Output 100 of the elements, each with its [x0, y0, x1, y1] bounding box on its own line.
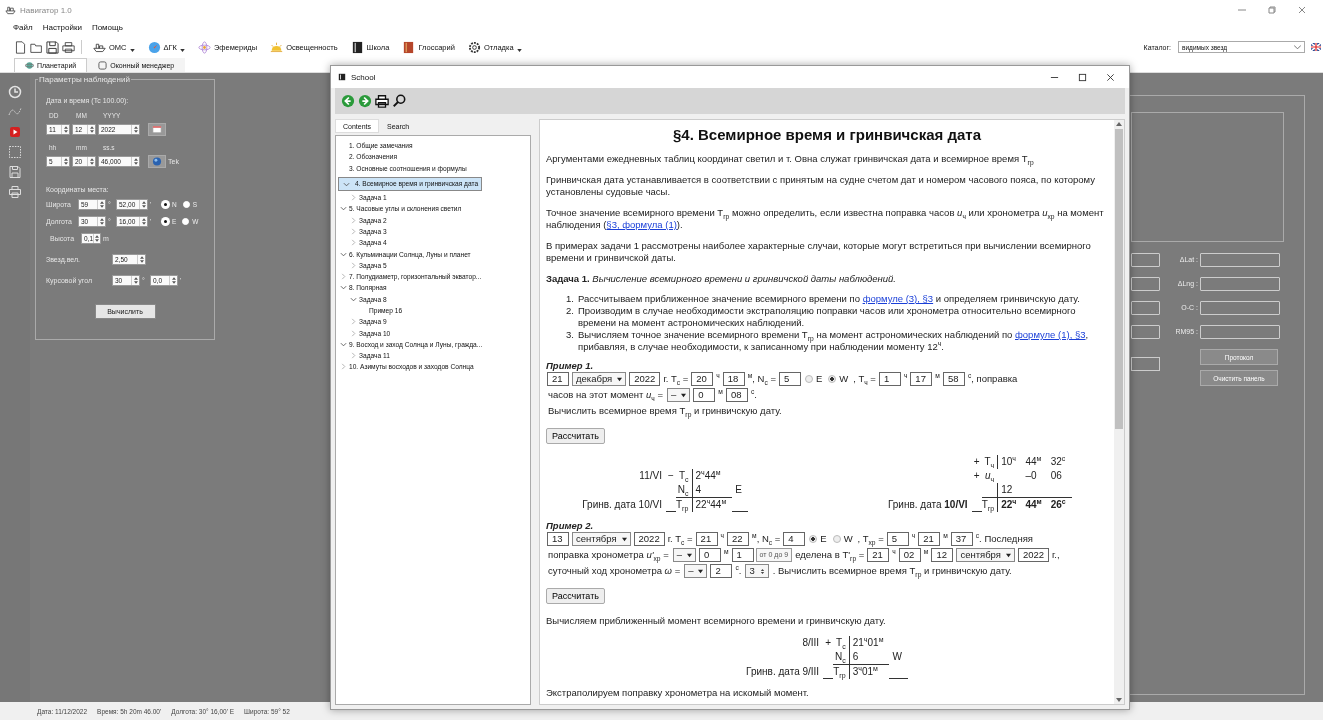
chevron-right-icon[interactable] [350, 329, 357, 337]
radio-button[interactable]: E [809, 533, 827, 545]
chevron-down-icon[interactable] [350, 295, 357, 303]
chevron-down-icon[interactable] [340, 340, 347, 348]
input-field[interactable] [1200, 324, 1280, 339]
input-field[interactable]: 4 [783, 532, 806, 546]
save-icon[interactable] [46, 40, 59, 54]
dropdown[interactable]: – [667, 388, 691, 402]
scroll-up-icon[interactable] [1116, 122, 1122, 126]
calendar-icon [152, 125, 162, 134]
calc-label: Гринв. дата 10/VI [582, 499, 662, 510]
close-icon[interactable] [1106, 72, 1115, 82]
search-icon[interactable] [392, 94, 406, 108]
chevron-down-icon[interactable] [343, 180, 350, 188]
chevron-down-icon[interactable] [340, 284, 347, 292]
chevron-right-icon[interactable] [350, 352, 357, 360]
input-field[interactable]: 21 [867, 548, 890, 562]
input-field[interactable]: 02 [898, 548, 921, 562]
link[interactable]: формуле (3), §3 [862, 293, 934, 304]
calc-symbol: T$_{с}$ [677, 469, 690, 483]
input-field[interactable]: 13 [547, 532, 569, 546]
clock-icon[interactable] [8, 85, 22, 99]
paragraph: Гринвичская дата устанавливается в соответствии с принятым на судне счетом дат и номером часового пояса, по которому установлены судовые часы. [546, 174, 1096, 198]
input-field[interactable] [1200, 276, 1280, 291]
task-heading: Задача 1. Вычисление всемирного времени и гринвичской даты наблюдений. [546, 273, 897, 285]
calc-value: 32$^{с}$ [1049, 455, 1067, 469]
calculate-button[interactable]: Рассчитать [546, 588, 605, 604]
input-field[interactable] [1131, 357, 1160, 371]
maximize-icon[interactable] [1078, 72, 1087, 82]
paragraph: Аргументами ежедневных таблиц координат светил и т. Овна служат гринвичская дата и всемирное время T$_{гр}$ [546, 153, 1035, 165]
book-icon [350, 40, 364, 54]
input-field[interactable]: 20 [691, 372, 714, 386]
chevron-right-icon[interactable] [350, 216, 357, 224]
flag-icon[interactable] [1311, 43, 1321, 51]
input-field[interactable]: 1 [731, 548, 754, 562]
form-text: , T$_{ч}$ = [853, 373, 876, 385]
calendar-button[interactable] [148, 123, 166, 136]
menu-item[interactable]: Помощь [91, 22, 123, 32]
input-field[interactable]: 08 [725, 388, 748, 402]
dropdown[interactable]: сентября [572, 532, 631, 546]
input-field[interactable] [1131, 300, 1160, 315]
radio-button[interactable]: E [805, 373, 823, 385]
input-field[interactable] [1200, 300, 1280, 315]
input-field[interactable]: 5 [886, 532, 909, 546]
chevron-right-icon[interactable] [350, 318, 357, 326]
dropdown[interactable]: – [684, 564, 708, 578]
input-field[interactable]: 58 [942, 372, 965, 386]
chevron-right-icon[interactable] [340, 363, 347, 371]
chevron-right-icon[interactable] [350, 194, 357, 202]
input-field[interactable]: 2 [710, 564, 733, 578]
input-field[interactable]: 12 [931, 548, 954, 562]
restore-icon[interactable] [1267, 5, 1277, 15]
clock-button[interactable] [148, 155, 166, 168]
calculate-button[interactable]: Рассчитать [546, 428, 605, 444]
caret-icon [617, 376, 623, 382]
input-field[interactable]: 22 [727, 532, 750, 546]
play-icon[interactable] [8, 125, 22, 139]
dropdown[interactable]: декабря [572, 372, 627, 386]
input-field[interactable]: 21 [918, 532, 941, 546]
input-field[interactable] [1131, 252, 1160, 267]
page-heading: §4. Всемирное время и гринвичская дата [672, 126, 982, 144]
input-field[interactable]: 21 [547, 372, 569, 386]
input-field[interactable] [1131, 276, 1160, 291]
input-field[interactable] [1131, 324, 1160, 339]
new-file-icon[interactable] [14, 40, 27, 54]
dropdown[interactable]: сентября [956, 548, 1015, 562]
chevron-down-icon[interactable] [340, 250, 347, 258]
radio-button[interactable]: W [828, 373, 849, 385]
input-field[interactable]: 17 [910, 372, 933, 386]
chevron-right-icon[interactable] [350, 261, 357, 269]
link[interactable]: формуле (1), §3 [1015, 329, 1086, 340]
print-icon[interactable] [375, 94, 389, 108]
chevron-right-icon[interactable] [350, 227, 357, 235]
input-field[interactable]: 5 [779, 372, 801, 386]
input-field[interactable] [1200, 252, 1280, 267]
input-field[interactable]: 0 [699, 548, 721, 562]
caret-icon [681, 392, 687, 398]
dropdown[interactable]: – [672, 548, 696, 562]
menu-item[interactable]: Файл [13, 22, 33, 32]
back-icon[interactable] [341, 94, 355, 108]
input-field[interactable]: 2022 [1017, 548, 1050, 562]
input-field[interactable]: 2022 [629, 372, 661, 386]
calc-label: 11/VI [639, 470, 662, 481]
chevron-right-icon[interactable] [340, 273, 347, 281]
scrollbar-thumb[interactable] [1115, 129, 1123, 429]
input-field[interactable]: 1 [878, 372, 901, 386]
chevron-down-icon[interactable] [340, 205, 347, 213]
input-field[interactable]: 2022 [633, 532, 665, 546]
input-field[interactable]: 0 [693, 388, 716, 402]
input-field[interactable]: 21 [695, 532, 718, 546]
menu-item[interactable]: Настройки [42, 22, 82, 32]
link[interactable]: §3, формула (1) [606, 219, 677, 230]
print-icon[interactable] [62, 40, 75, 54]
radio-button[interactable]: W [832, 533, 853, 545]
input-field[interactable]: 37 [950, 532, 973, 546]
forward-icon[interactable] [358, 94, 372, 108]
chevron-right-icon[interactable] [350, 239, 357, 247]
spin-box[interactable]: 3 [745, 564, 769, 578]
selection-icon[interactable] [8, 145, 22, 159]
input-field[interactable]: 18 [722, 372, 745, 386]
